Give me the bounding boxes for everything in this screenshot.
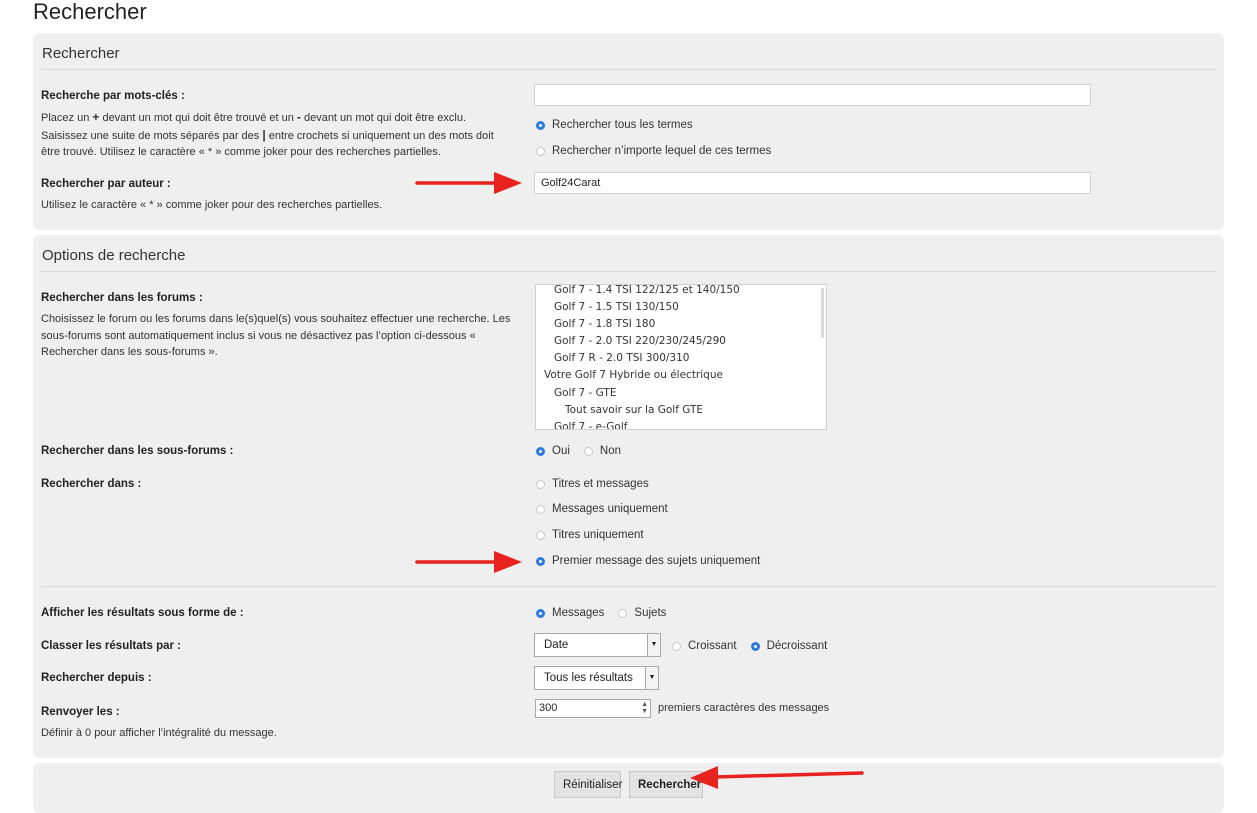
return-suffix: premiers caractères des messages [658, 702, 830, 714]
radio-messages-only[interactable]: Messages uniquement [536, 503, 668, 515]
author-label: Rechercher par auteur : [41, 178, 171, 190]
author-description: Utilisez le caractère « * » comme joker … [41, 199, 383, 211]
forum-option[interactable]: Golf 7 - e-Golf [536, 419, 826, 429]
radio-sort-desc-label: Décroissant [766, 640, 828, 652]
radio-titles-messages[interactable]: Titres et messages [536, 478, 649, 490]
return-description: Définir à 0 pour afficher l’intégralité … [41, 727, 277, 739]
page-title: Rechercher [33, 0, 147, 24]
return-chars-input[interactable]: 300 ▲ ▼ [535, 699, 651, 718]
chevron-down-icon[interactable]: ▼ [645, 667, 658, 689]
display-label: Afficher les résultats sous forme de : [41, 607, 244, 619]
sort-field-select[interactable]: Date ▼ [534, 633, 661, 657]
search-panel-title: Rechercher [42, 45, 120, 62]
radio-all-terms-dot[interactable] [536, 120, 545, 130]
radio-any-terms-dot[interactable] [536, 146, 545, 156]
forum-option[interactable]: Golf 7 - 1.4 TSI 122/125 et 140/150 [536, 285, 826, 299]
arrow-icon [415, 172, 522, 194]
forum-option[interactable]: Golf 7 - 1.5 TSI 130/150 [536, 299, 826, 316]
radio-display-messages[interactable] [536, 608, 545, 618]
radio-messages-only-label: Messages uniquement [552, 503, 668, 515]
keywords-description: Placez un + devant un mot qui doit être … [41, 110, 494, 158]
radio-subforums-yes[interactable] [536, 446, 545, 456]
radio-messages-only-dot[interactable] [536, 504, 545, 514]
keywords-label: Recherche par mots-clés : [41, 90, 185, 102]
radio-subforums-no-label: Non [599, 445, 622, 457]
radio-any-terms[interactable]: Rechercher n’importe lequel de ces terme… [536, 145, 771, 157]
radio-all-terms-label: Rechercher tous les termes [552, 119, 693, 131]
since-label: Rechercher depuis : [41, 672, 152, 684]
radio-titles-only-label: Titres uniquement [552, 529, 644, 541]
search-in-label: Rechercher dans : [41, 478, 142, 490]
radio-titles-only[interactable]: Titres uniquement [536, 529, 644, 541]
forum-option[interactable]: Golf 7 - 2.0 TSI 220/230/245/290 [536, 333, 826, 350]
forum-option[interactable]: Tout savoir sur la Golf GTE [536, 402, 826, 419]
radio-subforums-no[interactable] [583, 446, 593, 456]
options-panel-divider [41, 271, 1216, 272]
sort-field-value: Date [544, 639, 569, 651]
radio-subforums-yes-label: Oui [552, 445, 570, 457]
return-chars-value: 300 [539, 702, 558, 714]
radio-display-messages-label: Messages [552, 607, 605, 619]
search-panel-divider [41, 69, 1216, 70]
forum-option[interactable]: Golf 7 R - 2.0 TSI 300/310 [536, 350, 826, 367]
subforums-label: Rechercher dans les sous-forums : [41, 445, 234, 457]
stepper-icon[interactable]: ▲ ▼ [641, 701, 648, 715]
radio-display-topics[interactable] [618, 608, 628, 618]
keywords-input[interactable] [534, 84, 1091, 106]
options-panel-divider-2 [41, 586, 1216, 587]
radio-sort-asc[interactable] [672, 641, 681, 651]
forum-option[interactable]: Votre Golf 7 Hybride ou électrique [536, 367, 826, 384]
radio-any-terms-label: Rechercher n’importe lequel de ces terme… [552, 145, 772, 157]
sort-order-radio-group: Croissant Décroissant [672, 640, 827, 652]
forum-option[interactable]: Golf 7 - GTE [536, 385, 826, 402]
arrow-icon [415, 551, 522, 573]
radio-sort-desc[interactable] [750, 641, 760, 651]
sort-label: Classer les résultats par : [41, 640, 181, 652]
forums-description: Choisissez le forum ou les forums dans l… [41, 313, 511, 358]
subforums-radio-group: Oui Non [536, 445, 621, 457]
arrow-icon [690, 766, 864, 789]
return-label: Renvoyer les : [41, 706, 120, 718]
forum-option[interactable]: Golf 7 - 1.8 TSI 180 [536, 316, 826, 333]
options-panel-title: Options de recherche [42, 247, 186, 264]
since-value: Tous les résultats [544, 672, 633, 684]
forum-options: Golf 7 - 1.4 TSI 122/125 et 140/150 Golf… [536, 285, 826, 429]
radio-first-post-only-dot[interactable] [536, 556, 545, 566]
radio-titles-only-dot[interactable] [536, 530, 545, 540]
radio-sort-asc-label: Croissant [688, 640, 737, 652]
radio-first-post-only[interactable]: Premier message des sujets uniquement [536, 555, 760, 567]
forums-label: Rechercher dans les forums : [41, 292, 203, 304]
reset-button[interactable]: Réinitialiser [554, 771, 622, 798]
author-input[interactable] [534, 172, 1091, 194]
radio-all-terms[interactable]: Rechercher tous les termes [536, 119, 693, 131]
forum-list-scrollbar[interactable] [821, 288, 824, 338]
radio-first-post-only-label: Premier message des sujets uniquement [552, 555, 761, 567]
display-radio-group: Messages Sujets [536, 607, 666, 619]
forum-select-list[interactable]: Golf 7 - 1.4 TSI 122/125 et 140/150 Golf… [535, 284, 827, 430]
radio-display-topics-label: Sujets [634, 607, 667, 619]
radio-titles-messages-label: Titres et messages [552, 478, 649, 490]
since-select[interactable]: Tous les résultats ▼ [534, 666, 659, 690]
radio-titles-messages-dot[interactable] [536, 479, 545, 489]
chevron-down-icon[interactable]: ▼ [647, 634, 660, 656]
